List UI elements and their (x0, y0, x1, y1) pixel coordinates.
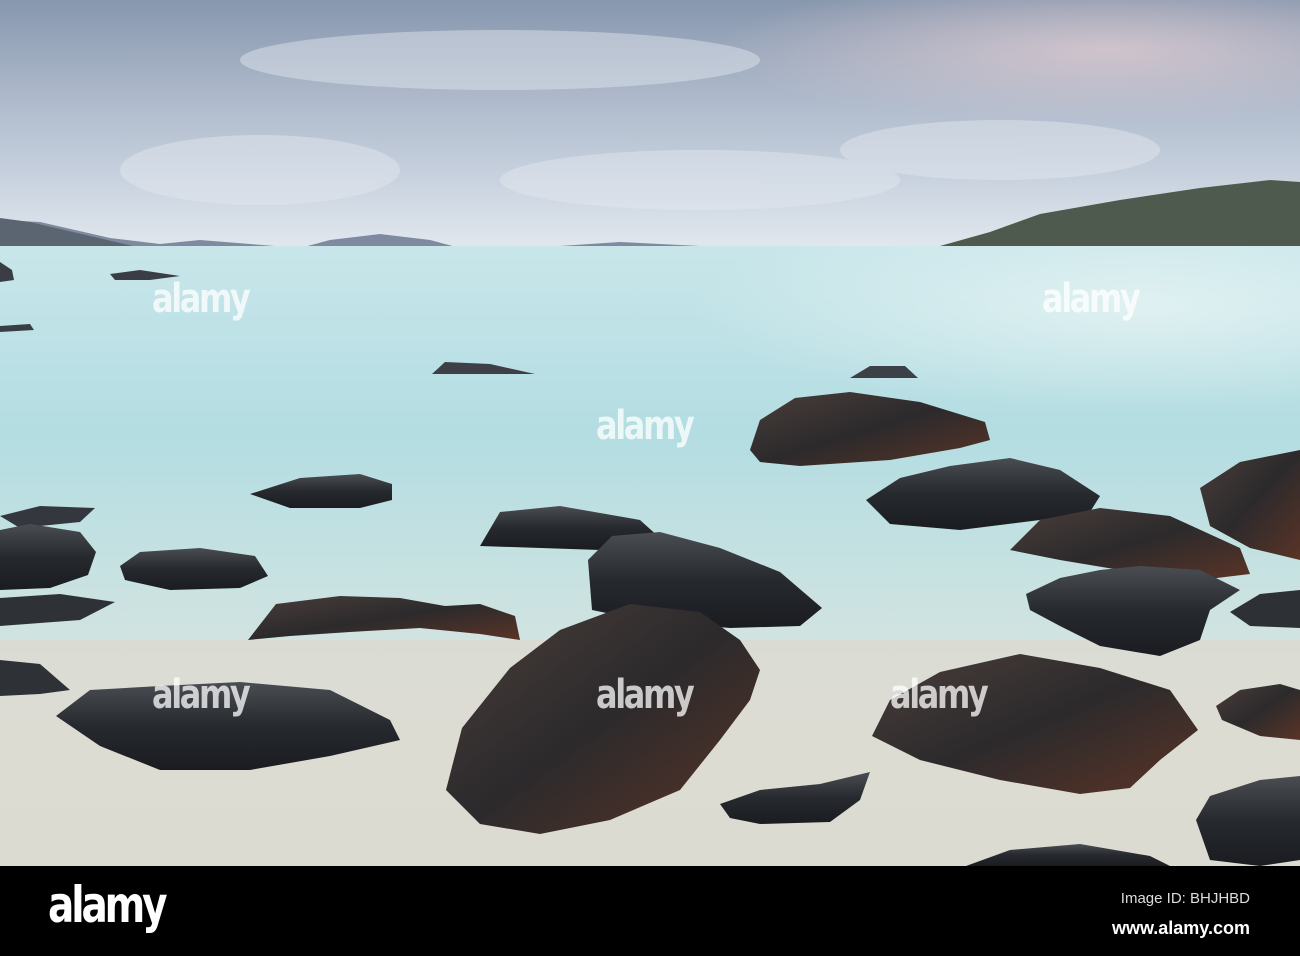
image-id: Image ID: BHJHBD (1120, 890, 1250, 907)
footer-bar: alamy Image ID: BHJHBD www.alamy.com (0, 866, 1300, 956)
watermark: alamy (890, 672, 989, 718)
watermark: alamy (596, 672, 695, 718)
watermark: alamy (1042, 276, 1141, 322)
watermark: alamy (152, 672, 251, 718)
photo-frame: alamy alamy alamy alamy alamy alamy alam… (0, 0, 1300, 956)
website-link[interactable]: www.alamy.com (1112, 918, 1250, 939)
watermark: alamy (596, 403, 695, 449)
watermark: alamy (152, 276, 251, 322)
alamy-logo: alamy (48, 876, 168, 934)
